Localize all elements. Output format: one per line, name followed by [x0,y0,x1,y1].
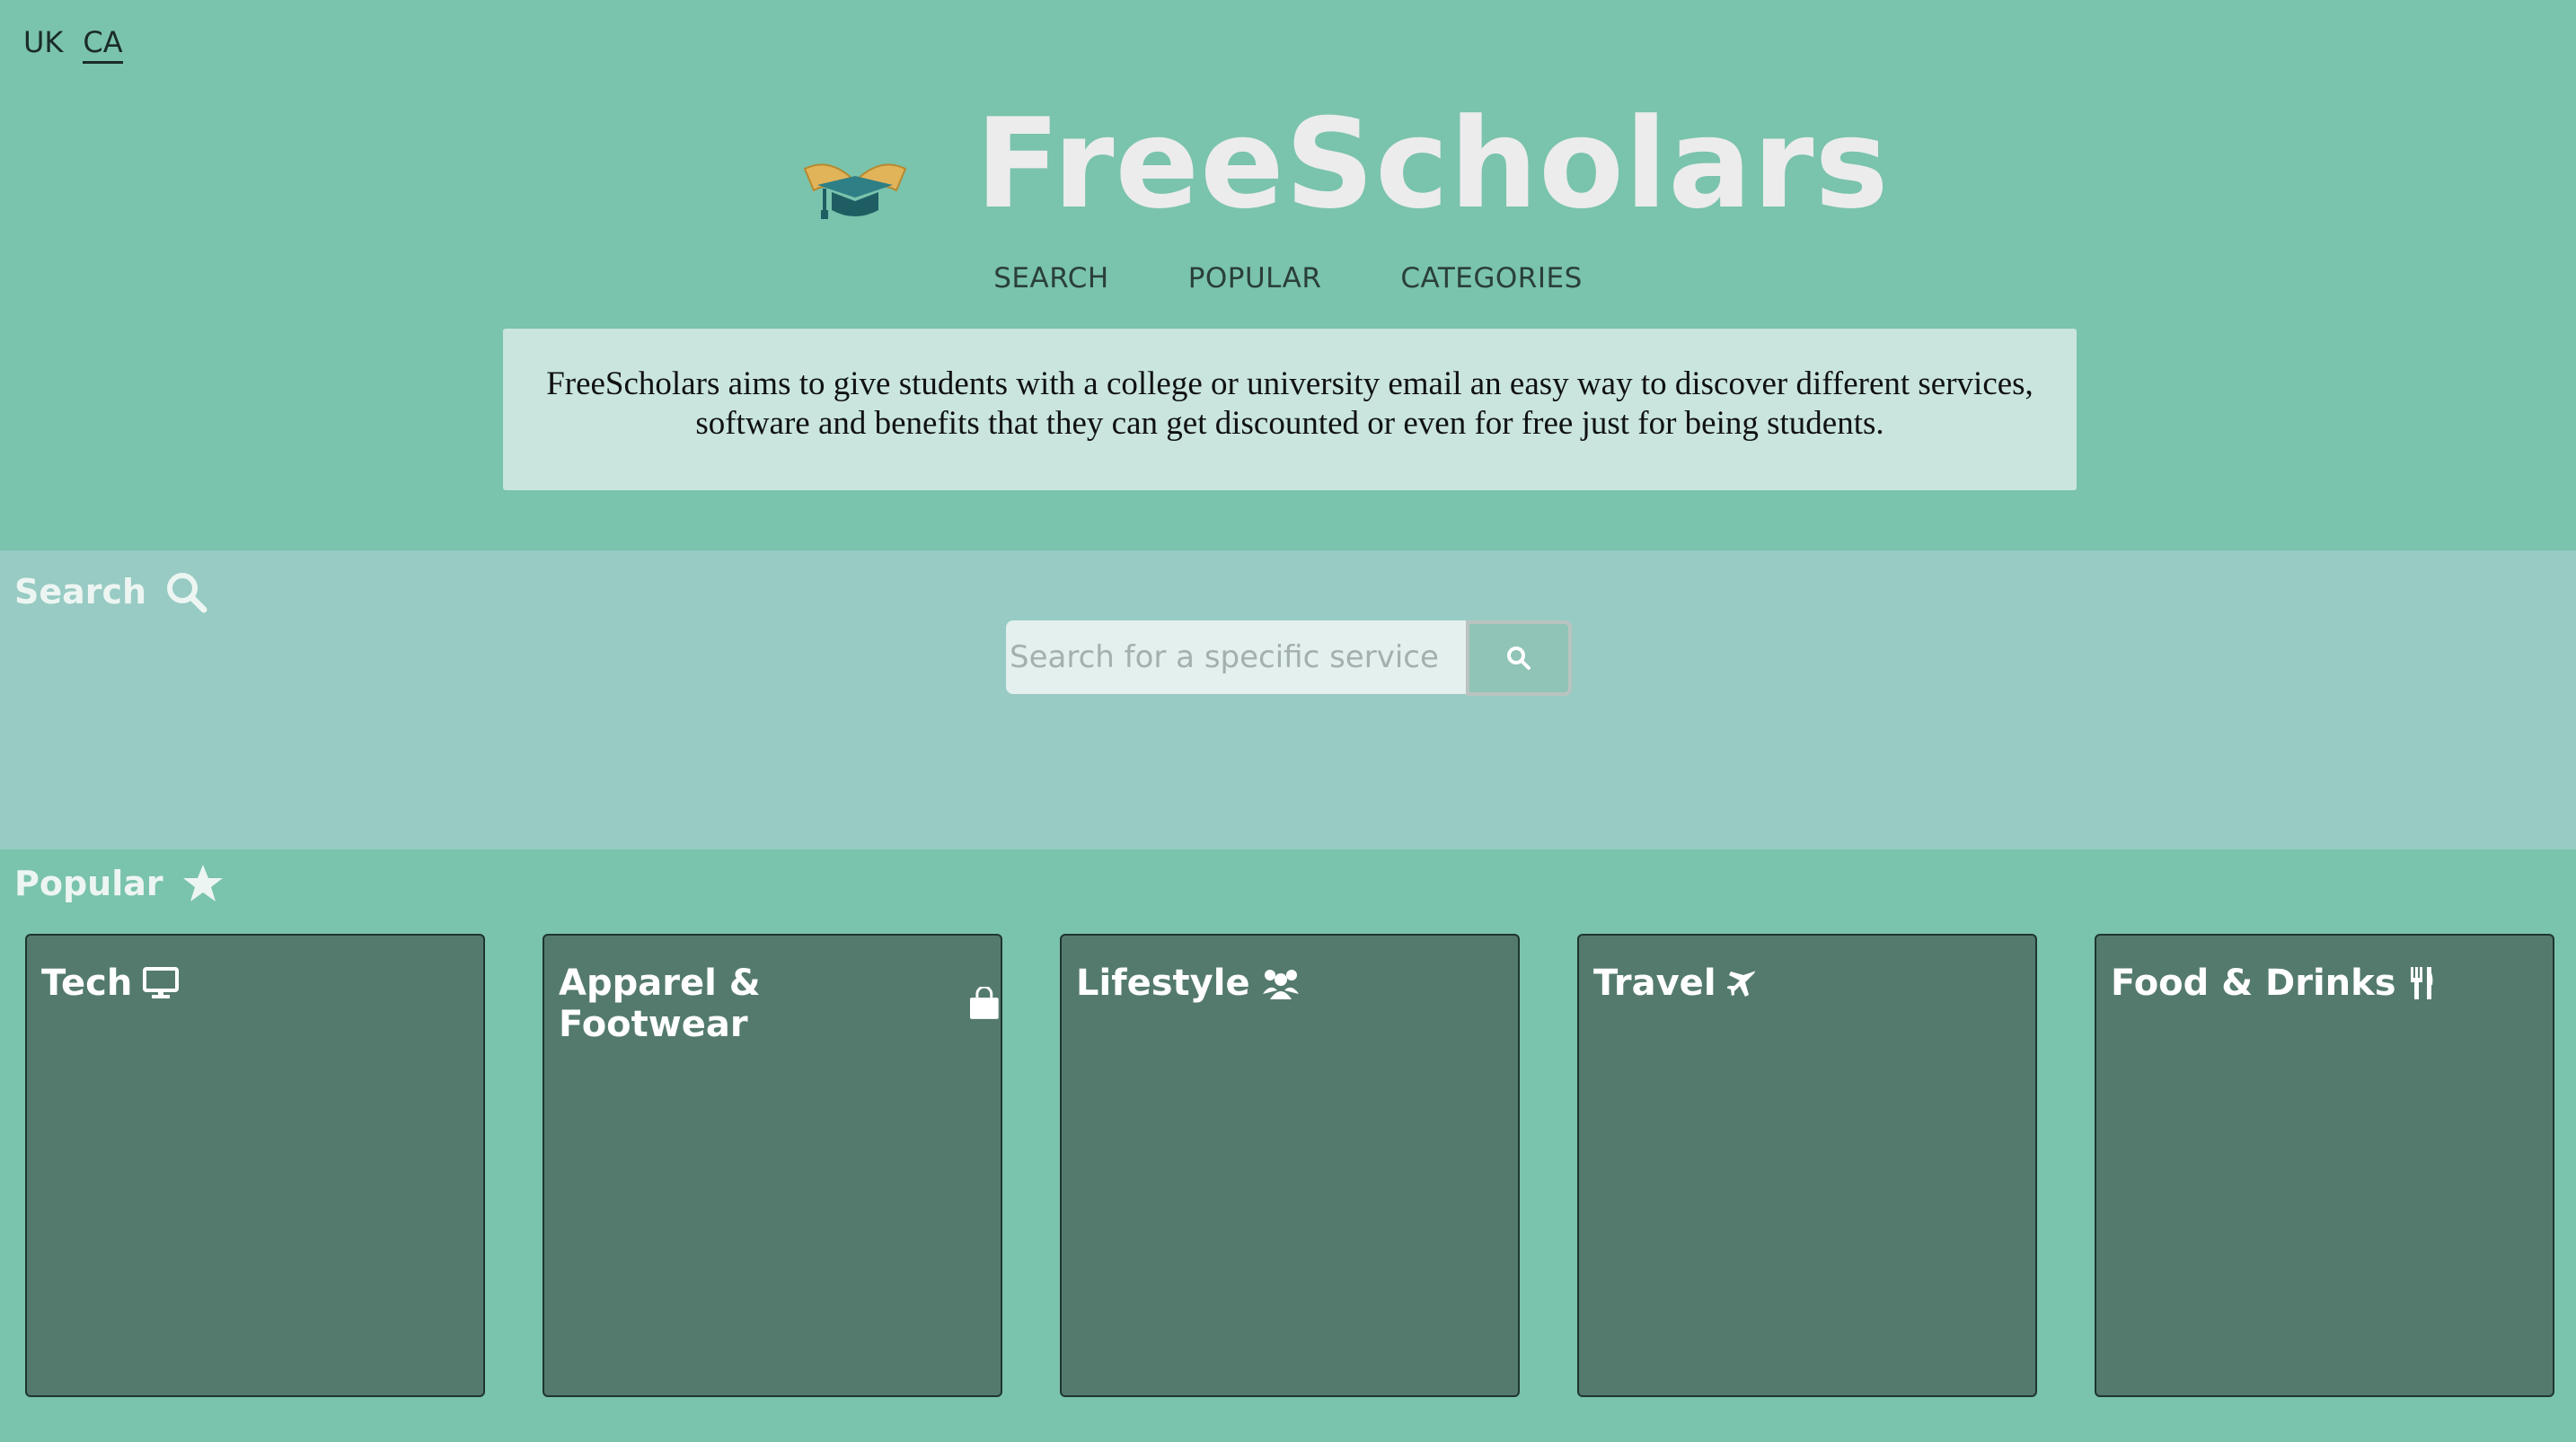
search-input[interactable] [1006,620,1466,694]
card-title-label: Apparel & Footwear [559,963,761,1045]
intro-text: FreeScholars aims to give students with … [503,329,2077,490]
search-button[interactable] [1466,620,1572,696]
search-section: Search [0,550,2576,849]
category-card-lifestyle[interactable]: Lifestyle [1060,934,1520,1397]
category-card-apparel[interactable]: Apparel & Footwear [543,934,1002,1397]
category-card-food-drinks[interactable]: Food & Drinks [2095,934,2554,1397]
search-icon [1507,646,1531,670]
popular-section: Popular Tech Apparel & Footwear Lifestyl… [0,849,2576,1442]
popular-heading-label: Popular [14,864,163,903]
card-title: Tech [41,963,180,1004]
users-icon [1262,970,1299,999]
utensils-icon [2410,967,2432,999]
category-card-tech[interactable]: Tech [25,934,485,1397]
card-title: Travel [1593,963,1758,1004]
category-cards: Tech Apparel & Footwear Lifestyle Travel… [25,934,2554,1397]
desktop-icon [143,967,180,998]
card-title-label: Food & Drinks [2111,963,2396,1004]
popular-heading: Popular [14,862,225,905]
region-switcher: UK CA [23,25,123,64]
search-box [1006,620,1572,696]
nav-search[interactable]: SEARCH [993,262,1108,295]
card-title: Lifestyle [1076,963,1301,1004]
nav-categories[interactable]: CATEGORIES [1400,262,1582,295]
card-title: Apparel & Footwear [559,963,1001,1045]
main-nav: SEARCH POPULAR CATEGORIES [0,262,2576,295]
search-icon [167,573,207,613]
region-link-uk[interactable]: UK [23,25,63,64]
plane-icon [1726,971,1755,997]
shopping-bag-icon [970,987,1000,1019]
card-title-label: Lifestyle [1076,963,1250,1004]
category-card-travel[interactable]: Travel [1577,934,2037,1397]
brand-title[interactable]: FreeScholars [975,97,1890,232]
nav-popular[interactable]: POPULAR [1188,262,1322,295]
search-heading: Search [14,570,207,613]
site-header: UK CA FreeScholars SEARCH POPULAR CATEGO… [0,0,2576,550]
star-icon [182,865,223,901]
card-title-label: Tech [41,963,133,1004]
brand-row: FreeScholars [0,97,2576,232]
graduation-cap-book-icon[interactable] [799,149,911,223]
region-link-ca[interactable]: CA [83,25,123,64]
card-title-label: Travel [1593,963,1716,1004]
search-heading-label: Search [14,572,147,611]
card-title: Food & Drinks [2111,963,2436,1004]
